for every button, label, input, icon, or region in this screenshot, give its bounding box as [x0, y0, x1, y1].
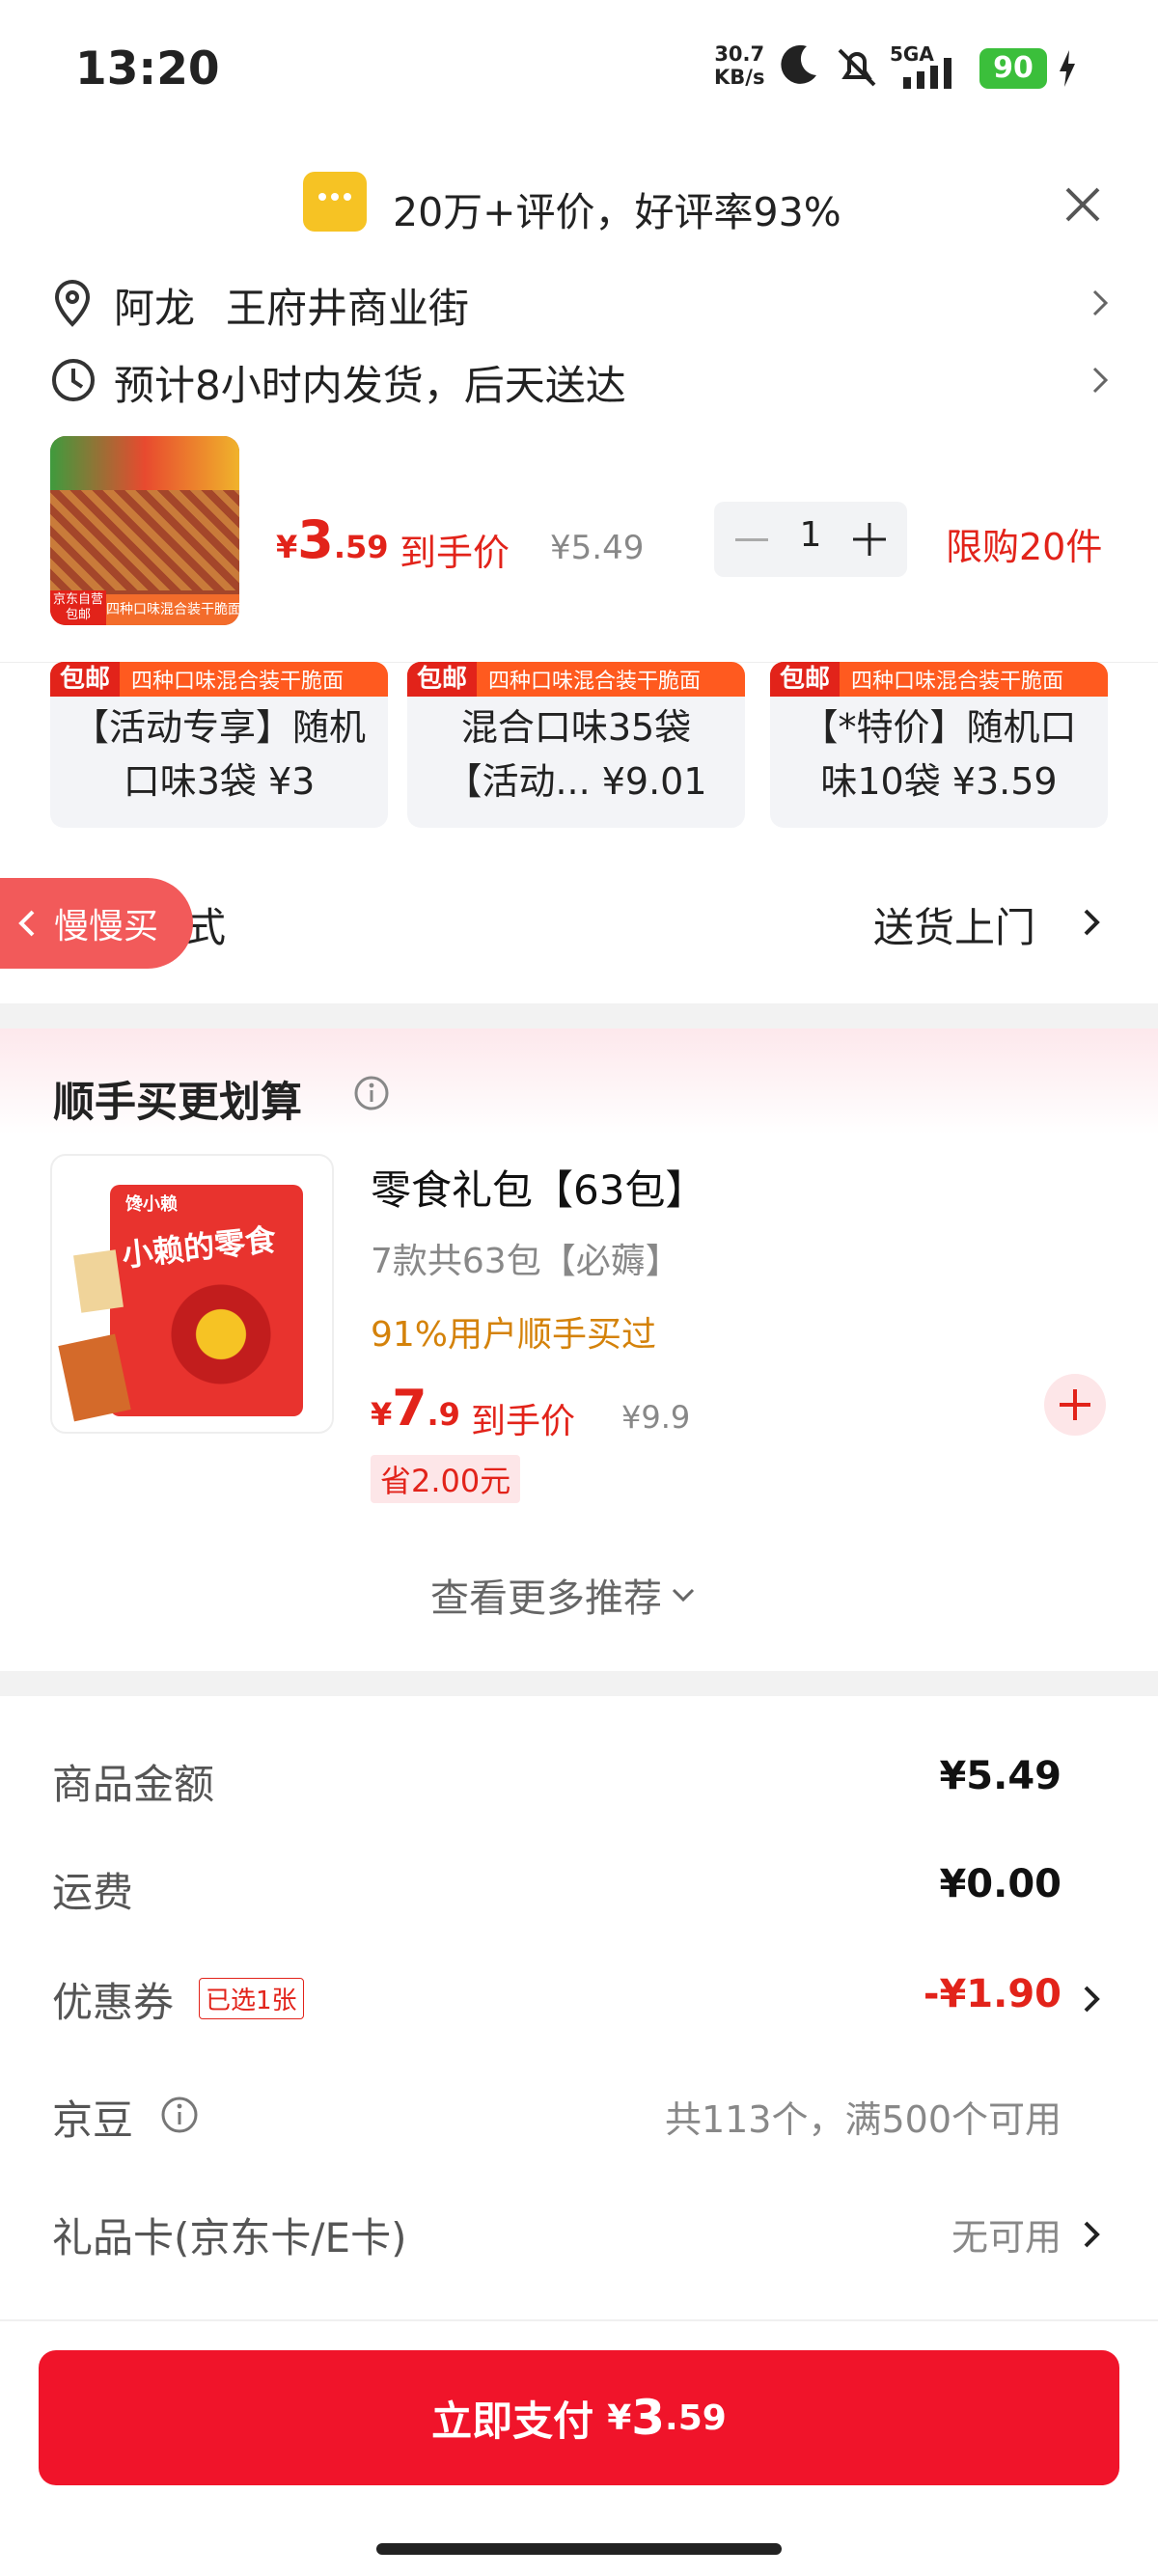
save-badge: 省2.00元 — [371, 1455, 521, 1503]
recommend-price-label: 到手价 — [471, 1402, 576, 1441]
variant-card[interactable]: 包邮 四种口味混合装干脆面 混合口味35袋 【活动... ¥9.01 — [407, 662, 745, 828]
variant-tag: 包邮 — [50, 662, 121, 697]
chevron-right-icon — [1089, 361, 1112, 399]
variant-line2: 口味3袋 ¥3 — [123, 760, 316, 803]
thumb-free: 包邮 — [65, 608, 91, 622]
variant-tag-text: 四种口味混合装干脆面 — [131, 670, 345, 694]
recommend-item-subtitle: 7款共63包【必薅】 — [371, 1242, 680, 1281]
quantity-stepper: 1 — [714, 502, 907, 577]
recommend-item-title[interactable]: 零食礼包【63包】 — [371, 1158, 705, 1217]
section-divider — [0, 1003, 1158, 1028]
purchase-limit: 限购20件 — [946, 526, 1103, 568]
pay-price-decimal: .59 — [665, 2398, 727, 2438]
variant-card[interactable]: 包邮 四种口味混合装干脆面 【*特价】随机口 味10袋 ¥3.59 — [770, 662, 1108, 828]
product-thumbnail: 京东自营 包邮 四种口味混合装干脆面 — [50, 436, 239, 625]
price-decimal: .59 — [333, 529, 389, 565]
price-currency: ¥ — [371, 1396, 393, 1433]
variant-line2: 【活动... ¥9.01 — [445, 760, 707, 803]
close-icon[interactable] — [1060, 181, 1106, 228]
coupon-row[interactable]: 优惠券 已选1张 -¥1.90 — [0, 1959, 1158, 2036]
coupon-label: 优惠券 — [52, 1979, 175, 2026]
chevron-right-icon — [1081, 1980, 1102, 2018]
rating-summary: 20万+评价，好评率93% — [393, 189, 841, 235]
recommend-item-stat: 91%用户顺手买过 — [371, 1315, 657, 1355]
charging-icon — [1058, 50, 1077, 87]
chevron-right-icon — [1081, 2215, 1102, 2254]
quantity-value[interactable]: 1 — [795, 515, 826, 555]
variant-line1: 混合口味35袋 — [460, 706, 692, 749]
slow-buy-button[interactable]: 慢慢买 — [0, 878, 193, 969]
shipping-row[interactable]: 预计8小时内发货，后天送达 — [0, 347, 1158, 415]
price-label: 到手价 — [400, 532, 510, 574]
product-price: ¥3.59 — [276, 509, 389, 570]
battery-indicator: 90 — [979, 48, 1047, 89]
chat-bubble-icon — [303, 172, 367, 232]
coupon-value: -¥1.90 — [923, 1972, 1062, 2016]
location-pin-icon — [50, 278, 95, 328]
recommend-product-image[interactable]: 馋小赖 小赖的零食 — [50, 1154, 334, 1434]
moon-icon — [778, 42, 820, 87]
pay-label: 立即支付 — [431, 2397, 594, 2445]
price-decimal: .9 — [427, 1396, 460, 1433]
pay-currency: ¥ — [607, 2398, 632, 2438]
shipping-fee-value: ¥0.00 — [939, 1862, 1062, 1906]
address-row[interactable]: 阿龙 王府井商业街 — [0, 270, 1158, 338]
price-integer: 7 — [392, 1380, 427, 1438]
chevron-right-icon — [1081, 903, 1102, 942]
variant-line1: 【*特价】随机口 — [801, 706, 1077, 749]
jd-beans-value: 共113个，满500个可用 — [664, 2098, 1062, 2141]
original-price: ¥5.49 — [550, 529, 645, 567]
net-speed-value: 30.7 — [714, 42, 765, 66]
delivery-value[interactable]: 送货上门 — [873, 895, 1035, 954]
recommend-title: 顺手买更划算 — [53, 1079, 302, 1127]
minus-button[interactable] — [735, 538, 768, 541]
bell-muted-icon — [832, 44, 882, 89]
variant-tag: 包邮 — [407, 662, 478, 697]
goods-amount-value: ¥5.49 — [939, 1754, 1062, 1798]
add-to-cart-button[interactable] — [1044, 1374, 1106, 1436]
variant-line1: 【活动专享】随机 — [71, 706, 366, 749]
jd-beans-label: 京豆 — [52, 2096, 134, 2144]
recommend-price: ¥7.9 — [371, 1380, 460, 1438]
shipping-fee-label: 运费 — [52, 1869, 134, 1916]
giftcard-row[interactable]: 礼品卡(京东卡/E卡) 无可用 — [0, 2196, 1158, 2273]
variant-line2: 味10袋 ¥3.59 — [820, 760, 1058, 803]
status-time: 13:20 — [75, 42, 220, 96]
price-integer: 3 — [297, 509, 334, 570]
thumb-tag: 京东自营 — [52, 592, 103, 607]
shipping-estimate: 预计8小时内发货，后天送达 — [114, 362, 626, 409]
pay-now-button[interactable]: 立即支付 ¥3.59 — [39, 2350, 1119, 2485]
signal-icon — [903, 58, 965, 89]
slow-buy-label: 慢慢买 — [54, 907, 159, 946]
info-icon[interactable] — [160, 2096, 199, 2134]
goods-amount-label: 商品金额 — [52, 1761, 215, 1808]
coupon-selected-badge: 已选1张 — [199, 1978, 304, 2019]
variant-tag-text: 四种口味混合装干脆面 — [488, 670, 702, 694]
plus-button[interactable] — [853, 523, 886, 556]
section-divider — [0, 1671, 1158, 1696]
recommend-original-price: ¥9.9 — [621, 1399, 691, 1436]
giftcard-label: 礼品卡(京东卡/E卡) — [52, 2214, 407, 2261]
address-street: 王府井商业街 — [226, 285, 470, 332]
variant-tag-text: 四种口味混合装干脆面 — [851, 670, 1064, 694]
giftcard-value: 无可用 — [951, 2216, 1062, 2259]
chevron-down-icon — [672, 1588, 695, 1603]
clock-icon — [50, 357, 96, 403]
variant-tag: 包邮 — [770, 662, 841, 697]
chevron-left-icon — [18, 910, 35, 937]
see-more-button[interactable]: 查看更多推荐 — [430, 1567, 697, 1623]
info-icon[interactable] — [353, 1075, 390, 1111]
network-speed: 30.7 KB/s — [714, 42, 764, 89]
address-name: 阿龙 — [114, 285, 196, 332]
home-indicator[interactable] — [376, 2543, 782, 2555]
see-more-label: 查看更多推荐 — [430, 1576, 662, 1621]
variant-card[interactable]: 包邮 四种口味混合装干脆面 【活动专享】随机 口味3袋 ¥3 — [50, 662, 388, 828]
price-currency: ¥ — [276, 529, 298, 565]
chevron-right-icon — [1089, 284, 1112, 322]
pay-price-integer: 3 — [631, 2390, 666, 2446]
plus-icon — [1060, 1389, 1090, 1420]
net-speed-unit: KB/s — [714, 66, 765, 89]
thumb-caption: 四种口味混合装干脆面 — [106, 594, 239, 625]
brand-logo: 馋小赖 — [125, 1194, 178, 1215]
